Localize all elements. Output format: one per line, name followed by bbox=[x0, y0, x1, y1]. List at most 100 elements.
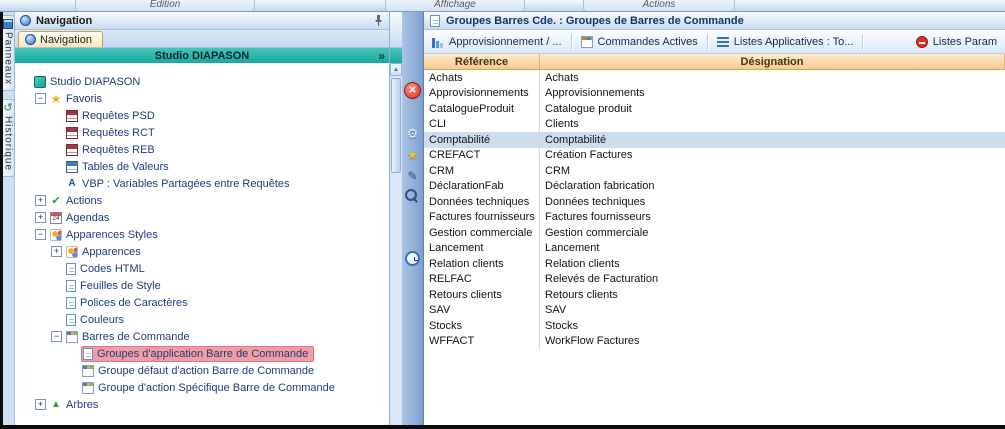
tree-item-body: Barres de Commande bbox=[65, 330, 195, 344]
collapse-chevron-button[interactable]: » bbox=[376, 48, 387, 63]
table-row[interactable]: SAVSAV bbox=[424, 303, 1005, 319]
tree-expander[interactable]: + bbox=[35, 195, 46, 206]
tree-expander[interactable]: − bbox=[35, 93, 46, 104]
tree-item-label: VBP : Variables Partagées entre Requêtes bbox=[82, 178, 290, 190]
navigation-panel: Navigation Navigation Studio DIAPASON » … bbox=[15, 12, 390, 425]
tree-item[interactable]: +Agendas bbox=[15, 209, 389, 226]
tree-item[interactable]: +Apparences bbox=[15, 243, 389, 260]
tree-item[interactable]: +Arbres bbox=[15, 396, 389, 413]
cell-designation: Déclaration fabrication bbox=[540, 179, 1005, 195]
table-row[interactable]: CLIClients bbox=[424, 117, 1005, 133]
tree-item[interactable]: − Favoris bbox=[15, 90, 389, 107]
menu-item-actions[interactable]: Actions bbox=[583, 0, 735, 12]
cell-designation: Lancement bbox=[540, 241, 1005, 257]
variables-icon bbox=[66, 178, 78, 190]
tree-expander[interactable]: + bbox=[35, 212, 46, 223]
column-header-designation[interactable]: Désignation bbox=[540, 54, 1005, 69]
gear-icon[interactable] bbox=[404, 125, 421, 142]
tree-expander[interactable]: − bbox=[35, 229, 46, 240]
star-icon[interactable] bbox=[404, 146, 421, 163]
tree-indent bbox=[15, 132, 51, 133]
pin-icon[interactable] bbox=[372, 14, 384, 27]
tree-item[interactable]: Groupes d'application Barre de Commande bbox=[15, 345, 389, 362]
tree-item[interactable]: Groupe défaut d'action Barre de Commande bbox=[15, 362, 389, 379]
menu-item-edition[interactable]: Edition bbox=[75, 0, 255, 12]
pencil-icon[interactable] bbox=[404, 167, 421, 184]
tree-item[interactable]: +Actions bbox=[15, 192, 389, 209]
scrollbar-track[interactable] bbox=[390, 76, 402, 425]
cell-designation: Relevés de Facturation bbox=[540, 272, 1005, 288]
tree-expander[interactable]: + bbox=[35, 399, 46, 410]
tree-item[interactable]: Requêtes PSD bbox=[15, 107, 389, 124]
scrollbar-thumb[interactable] bbox=[391, 78, 401, 173]
tree-item[interactable]: Requêtes RCT bbox=[15, 124, 389, 141]
tree-item[interactable]: VBP : Variables Partagées entre Requêtes bbox=[15, 175, 389, 192]
clock-icon[interactable] bbox=[405, 251, 420, 266]
content-title: Groupes Barres Cde. : Groupes de Barres … bbox=[446, 15, 744, 27]
favorites-star-icon bbox=[50, 93, 62, 105]
cell-reference: Retours clients bbox=[424, 287, 540, 303]
tree-expander-spacer bbox=[51, 263, 62, 274]
table-row[interactable]: AchatsAchats bbox=[424, 70, 1005, 86]
tree-expander[interactable]: + bbox=[51, 246, 62, 257]
table-row[interactable]: DéclarationFabDéclaration fabrication bbox=[424, 179, 1005, 195]
table-row[interactable]: Retours clientsRetours clients bbox=[424, 287, 1005, 303]
tree-item[interactable]: Couleurs bbox=[15, 311, 389, 328]
scroll-up-button[interactable] bbox=[390, 63, 402, 76]
table-row[interactable]: CRMCRM bbox=[424, 163, 1005, 179]
values-table-icon bbox=[66, 161, 78, 173]
toolbar-item[interactable]: Listes Param bbox=[916, 36, 997, 48]
table-row[interactable]: Données techniquesDonnées techniques bbox=[424, 194, 1005, 210]
cell-reference: Factures fournisseurs bbox=[424, 210, 540, 226]
tree-item[interactable]: −Barres de Commande bbox=[15, 328, 389, 345]
table-row[interactable]: RELFACRelevés de Facturation bbox=[424, 272, 1005, 288]
table-row[interactable]: StocksStocks bbox=[424, 318, 1005, 334]
table-row[interactable]: CatalogueProduitCatalogue produit bbox=[424, 101, 1005, 117]
table-row[interactable]: Gestion commercialeGestion commerciale bbox=[424, 225, 1005, 241]
menu-item-affichage[interactable]: Affichage bbox=[385, 0, 525, 12]
table-row[interactable]: ComptabilitéComptabilité bbox=[424, 132, 1005, 148]
tree-item-body: Requêtes REB bbox=[65, 143, 160, 157]
tree-item-label: Favoris bbox=[66, 93, 102, 105]
tree-item[interactable]: Feuilles de Style bbox=[15, 277, 389, 294]
table-row[interactable]: Factures fournisseursFactures fournisseu… bbox=[424, 210, 1005, 226]
table-row[interactable]: WFFACTWorkFlow Factures bbox=[424, 334, 1005, 350]
cell-designation: Clients bbox=[540, 117, 1005, 133]
cell-reference: Données techniques bbox=[424, 194, 540, 210]
cell-reference: Stocks bbox=[424, 318, 540, 334]
edge-tab-historique[interactable]: Historique bbox=[3, 99, 15, 177]
cell-reference: CRM bbox=[424, 163, 540, 179]
tree-item[interactable]: Polices de Caractères bbox=[15, 294, 389, 311]
panels-icon bbox=[3, 19, 13, 29]
toolbar-item[interactable]: Listes Applicatives : To... bbox=[717, 36, 854, 48]
tree-item-body: Groupe défaut d'action Barre de Commande bbox=[81, 364, 319, 378]
table-row[interactable]: Relation clientsRelation clients bbox=[424, 256, 1005, 272]
tree-item-label: Tables de Valeurs bbox=[82, 161, 169, 173]
edge-tab-panneaux[interactable]: Panneaux bbox=[3, 15, 15, 91]
tree-item-label: Groupe défaut d'action Barre de Commande bbox=[98, 365, 314, 377]
tree-item-label: Codes HTML bbox=[80, 263, 145, 275]
tree-expander[interactable]: − bbox=[51, 331, 62, 342]
table-row[interactable]: LancementLancement bbox=[424, 241, 1005, 257]
tree-indent bbox=[15, 115, 51, 116]
toolbar-item[interactable]: Approvisionnement / ... bbox=[432, 36, 562, 48]
tree-indent bbox=[15, 98, 35, 99]
tree-item[interactable]: Tables de Valeurs bbox=[15, 158, 389, 175]
tree-item-label: Couleurs bbox=[80, 314, 124, 326]
close-icon[interactable] bbox=[404, 82, 421, 99]
tree-indent bbox=[15, 234, 35, 235]
magnifier-icon[interactable] bbox=[404, 188, 421, 205]
toolbar-item[interactable]: Commandes Actives bbox=[581, 36, 698, 48]
column-header-reference[interactable]: Référence bbox=[424, 54, 540, 69]
tree-item[interactable]: Groupe d'action Spécifique Barre de Comm… bbox=[15, 379, 389, 396]
tree-item-label: Requêtes RCT bbox=[82, 127, 155, 139]
tree-item[interactable]: Studio DIAPASON bbox=[15, 73, 389, 90]
tree-item[interactable]: Codes HTML bbox=[15, 260, 389, 277]
tab-navigation[interactable]: Navigation bbox=[18, 31, 103, 47]
tree-item[interactable]: Requêtes REB bbox=[15, 141, 389, 158]
tree-item[interactable]: −Apparences Styles bbox=[15, 226, 389, 243]
table-row[interactable]: CREFACTCréation Factures bbox=[424, 148, 1005, 164]
command-bar-active-icon bbox=[581, 36, 593, 48]
table-row[interactable]: ApprovisionnementsApprovisionnements bbox=[424, 86, 1005, 102]
toolbar-item-label: Listes Param bbox=[933, 36, 997, 48]
